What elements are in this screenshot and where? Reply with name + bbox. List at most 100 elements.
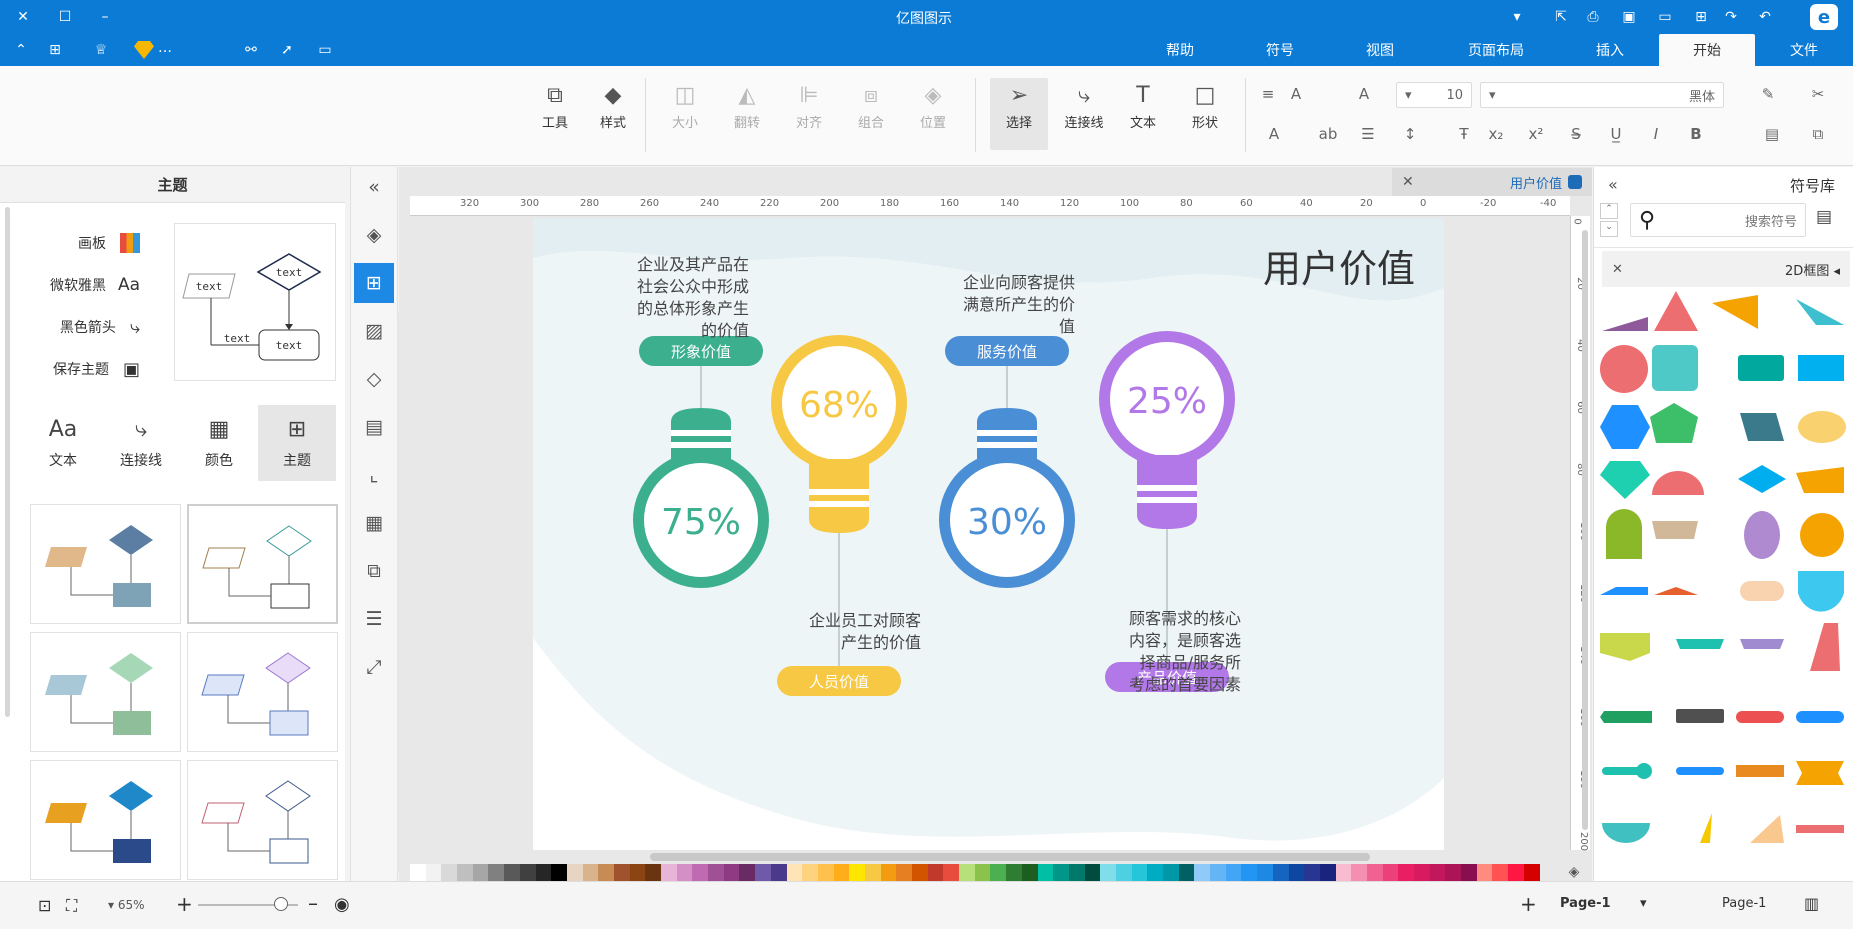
- chart-icon[interactable]: ⌞: [354, 455, 394, 495]
- image-icon[interactable]: ▨: [354, 311, 394, 351]
- palette-swatch[interactable]: [880, 864, 897, 882]
- shape-semicircle[interactable]: [1652, 471, 1704, 495]
- italic-icon[interactable]: I: [1644, 122, 1668, 146]
- shirt-icon[interactable]: ♕: [92, 41, 110, 59]
- fit-width-icon[interactable]: ◉: [334, 894, 350, 915]
- format-painter-icon[interactable]: ✎: [1756, 82, 1780, 106]
- bulb-2[interactable]: 30% 服务价值: [939, 336, 1075, 588]
- description-text-staff-value[interactable]: 企业员工对顾客 产生的价值: [781, 610, 921, 654]
- color-palette[interactable]: [410, 864, 1540, 882]
- palette-swatch[interactable]: [1225, 864, 1242, 882]
- palette-swatch[interactable]: [645, 864, 661, 882]
- add-page-icon[interactable]: +: [1520, 892, 1537, 916]
- palette-swatch[interactable]: [1021, 864, 1038, 882]
- palette-swatch[interactable]: [1163, 864, 1179, 882]
- palette-swatch[interactable]: [629, 864, 646, 882]
- shape-trapezoid[interactable]: [1796, 467, 1844, 493]
- palette-swatch[interactable]: [1272, 864, 1289, 882]
- palette-swatch[interactable]: [1210, 864, 1226, 882]
- shape-bar-red[interactable]: [1796, 825, 1844, 833]
- theme-grid-icon[interactable]: ⊞: [354, 263, 394, 303]
- bold-icon[interactable]: B: [1684, 122, 1708, 146]
- palette-swatch[interactable]: [1304, 864, 1320, 882]
- tab-file[interactable]: 文件: [1755, 34, 1853, 66]
- shape-parallelogram[interactable]: [1740, 413, 1784, 441]
- table-icon[interactable]: ▦: [354, 503, 394, 543]
- vertical-scrollbar[interactable]: [1582, 230, 1588, 830]
- new-icon[interactable]: ⊞: [1692, 8, 1710, 26]
- palette-swatch[interactable]: [410, 864, 426, 882]
- palette-swatch[interactable]: [1508, 864, 1524, 882]
- palette-swatch[interactable]: [1053, 864, 1069, 882]
- shape-pentagon[interactable]: [1650, 403, 1698, 443]
- palette-swatch[interactable]: [1068, 864, 1085, 882]
- line-spacing-icon[interactable]: ≡: [1256, 82, 1280, 106]
- palette-swatch[interactable]: [1476, 864, 1493, 882]
- shape-gem[interactable]: [1600, 461, 1650, 499]
- palette-swatch[interactable]: [504, 864, 520, 882]
- shape-triangle[interactable]: [1654, 291, 1698, 331]
- palette-swatch[interactable]: [1461, 864, 1477, 882]
- text-button[interactable]: T 文本: [1120, 78, 1166, 150]
- collapse-right-panel-icon[interactable]: «: [1608, 175, 1618, 194]
- theme-thumbnail[interactable]: [30, 760, 181, 880]
- theme-item-arrow[interactable]: 黑色箭头 ⤷: [30, 313, 140, 341]
- shape-vase[interactable]: [1744, 511, 1780, 559]
- theme-thumbnail[interactable]: [187, 504, 338, 624]
- shape-button[interactable]: □ 形状: [1182, 78, 1228, 150]
- description-text-image-value[interactable]: 企业及其产品在 社会公众中形成 的总体形象产生 的价值: [619, 254, 749, 342]
- close-category-icon[interactable]: ✕: [1612, 262, 1623, 277]
- palette-swatch[interactable]: [974, 864, 991, 882]
- collapse-ribbon-icon[interactable]: ⌃: [12, 41, 30, 59]
- palette-swatch[interactable]: [1100, 864, 1116, 882]
- palette-swatch[interactable]: [770, 864, 787, 882]
- palette-swatch[interactable]: [1414, 864, 1430, 882]
- palette-swatch[interactable]: [566, 864, 583, 882]
- shape-rectangle[interactable]: [1798, 355, 1844, 381]
- palette-swatch[interactable]: [1382, 864, 1399, 882]
- close-tab-icon[interactable]: ✕: [1402, 174, 1414, 190]
- undo-icon[interactable]: ↶: [1756, 8, 1774, 26]
- palette-swatch[interactable]: [1257, 864, 1273, 882]
- collapse-panel-icon[interactable]: «: [354, 167, 394, 207]
- zoom-dropdown[interactable]: ▾ 65%: [108, 898, 145, 912]
- flip-button[interactable]: ◭ 翻转: [724, 78, 770, 150]
- shape-pill-blue[interactable]: [1796, 711, 1844, 723]
- font-color-icon[interactable]: A: [1262, 122, 1286, 146]
- save-icon[interactable]: ▣: [1620, 8, 1638, 26]
- category-header[interactable]: ✕ 2D框图 ◂: [1602, 251, 1850, 287]
- palette-swatch[interactable]: [661, 864, 677, 882]
- palette-swatch[interactable]: [519, 864, 536, 882]
- palette-swatch[interactable]: [755, 864, 771, 882]
- fill-bucket-icon[interactable]: ◈: [1564, 864, 1584, 882]
- palette-swatch[interactable]: [1492, 864, 1509, 882]
- shape-rect-dark[interactable]: [1676, 709, 1724, 723]
- shape-tall-trapezoid[interactable]: [1810, 623, 1840, 671]
- dropdown-icon[interactable]: ▾: [1508, 8, 1526, 26]
- panel-tab-theme[interactable]: ⊞ 主题: [258, 405, 336, 481]
- layers-icon[interactable]: ◇: [354, 359, 394, 399]
- paste-icon[interactable]: ▤: [1760, 122, 1784, 146]
- comment-icon[interactable]: ▭: [316, 41, 334, 59]
- description-text-service-value[interactable]: 企业向顾客提供 满意所产生的价 值: [943, 272, 1075, 338]
- shape-flat-triangle[interactable]: [1654, 587, 1698, 595]
- tab-symbol[interactable]: 符号: [1248, 34, 1312, 66]
- redo-icon[interactable]: ↷: [1722, 8, 1740, 26]
- theme-thumbnail[interactable]: [187, 632, 338, 752]
- palette-swatch[interactable]: [1351, 864, 1367, 882]
- palette-swatch[interactable]: [927, 864, 944, 882]
- palette-swatch[interactable]: [864, 864, 881, 882]
- apps-icon[interactable]: ⊞: [46, 41, 64, 59]
- palette-swatch[interactable]: [723, 864, 740, 882]
- palette-swatch[interactable]: [457, 864, 473, 882]
- palette-swatch[interactable]: [1194, 864, 1211, 882]
- shape-diamond[interactable]: [1738, 465, 1786, 493]
- shape-band-orange[interactable]: [1736, 765, 1784, 777]
- shape-ellipse[interactable]: [1798, 411, 1846, 443]
- shape-arrow-tag[interactable]: [1600, 711, 1652, 723]
- select-button[interactable]: ➢ 选择: [990, 78, 1048, 150]
- page-select[interactable]: Page-1: [1722, 896, 1766, 911]
- palette-swatch[interactable]: [598, 864, 614, 882]
- palette-swatch[interactable]: [1319, 864, 1336, 882]
- shape-line-blue[interactable]: [1676, 767, 1724, 775]
